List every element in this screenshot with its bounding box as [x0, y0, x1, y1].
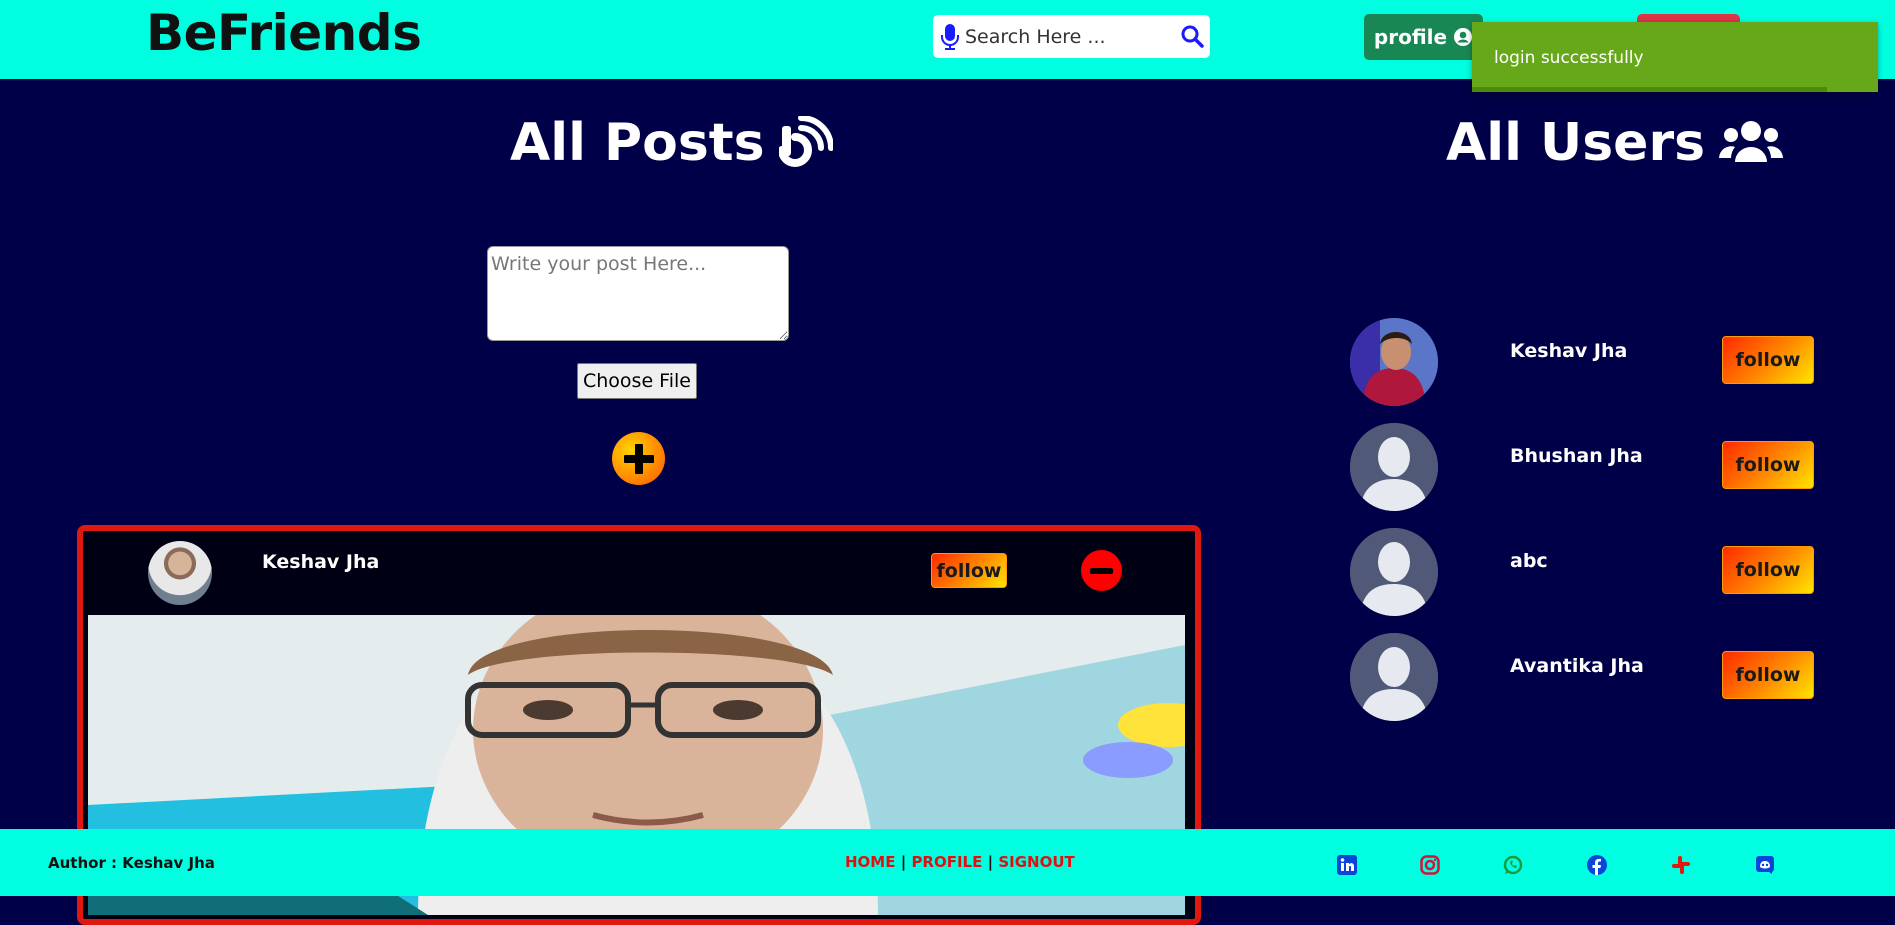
user-name[interactable]: Bhushan Jha: [1510, 445, 1643, 467]
post-author-avatar[interactable]: [148, 541, 212, 605]
brand-logo[interactable]: BeFriends: [146, 4, 422, 62]
user-name[interactable]: Keshav Jha: [1510, 340, 1627, 362]
post-author-name[interactable]: Keshav Jha: [262, 551, 379, 573]
user-follow-button[interactable]: follow: [1722, 441, 1814, 489]
posts-title-text: All Posts: [510, 113, 765, 173]
user-row: abc follow: [1350, 528, 1820, 616]
users-section-title: All Users: [1446, 113, 1784, 173]
delete-post-button[interactable]: [1081, 550, 1122, 591]
footer-link-signout[interactable]: SIGNOUT: [998, 853, 1074, 871]
user-follow-button[interactable]: follow: [1722, 336, 1814, 384]
toast-notification[interactable]: login successfully: [1472, 22, 1878, 92]
footer-link-home[interactable]: HOME: [845, 853, 895, 871]
search-input[interactable]: [963, 24, 1177, 49]
user-name[interactable]: abc: [1510, 550, 1548, 572]
footer-links: HOME | PROFILE | SIGNOUT: [845, 853, 1075, 871]
slack-icon[interactable]: [1670, 854, 1691, 875]
footer: Author : Keshav Jha HOME | PROFILE | SIG…: [0, 829, 1895, 896]
default-avatar-icon[interactable]: [1350, 528, 1438, 616]
footer-link-profile[interactable]: PROFILE: [911, 853, 982, 871]
footer-separator: |: [900, 853, 907, 871]
plus-circle-icon: [623, 443, 654, 474]
search-icon[interactable]: [1180, 24, 1204, 48]
post-textarea[interactable]: [487, 246, 789, 341]
user-row: Keshav Jha follow: [1350, 318, 1820, 406]
user-circle-icon: [1454, 28, 1473, 46]
add-post-button[interactable]: [612, 432, 665, 485]
search-box: [933, 15, 1210, 58]
footer-author: Author : Keshav Jha: [48, 854, 215, 872]
user-photo: [1350, 318, 1438, 406]
posts-section-title: All Posts: [510, 113, 833, 173]
post-follow-button[interactable]: follow: [931, 553, 1007, 588]
whatsapp-icon[interactable]: [1502, 854, 1523, 875]
profile-button[interactable]: profile: [1364, 14, 1483, 60]
instagram-icon[interactable]: [1419, 854, 1440, 875]
default-avatar-icon[interactable]: [1350, 633, 1438, 721]
user-row: Bhushan Jha follow: [1350, 423, 1820, 511]
minus-circle-icon: [1090, 567, 1113, 574]
facebook-icon[interactable]: [1586, 854, 1607, 875]
user-name[interactable]: Avantika Jha: [1510, 655, 1644, 677]
default-avatar-icon[interactable]: [1350, 423, 1438, 511]
user-avatar[interactable]: [1350, 318, 1438, 406]
linkedin-icon[interactable]: [1336, 854, 1357, 875]
microphone-icon[interactable]: [939, 22, 961, 52]
user-row: Avantika Jha follow: [1350, 633, 1820, 721]
footer-separator: |: [987, 853, 994, 871]
toast-message: login successfully: [1494, 48, 1644, 68]
profile-button-label: profile: [1373, 25, 1448, 49]
users-title-text: All Users: [1446, 113, 1706, 173]
user-follow-button[interactable]: follow: [1722, 651, 1814, 699]
discord-icon[interactable]: [1754, 854, 1775, 875]
toast-progress-bar: [1472, 87, 1827, 92]
users-group-icon: [1719, 121, 1784, 162]
choose-file-button[interactable]: Choose File: [577, 363, 697, 399]
user-follow-button[interactable]: follow: [1722, 546, 1814, 594]
rss-blog-icon: [778, 116, 833, 167]
